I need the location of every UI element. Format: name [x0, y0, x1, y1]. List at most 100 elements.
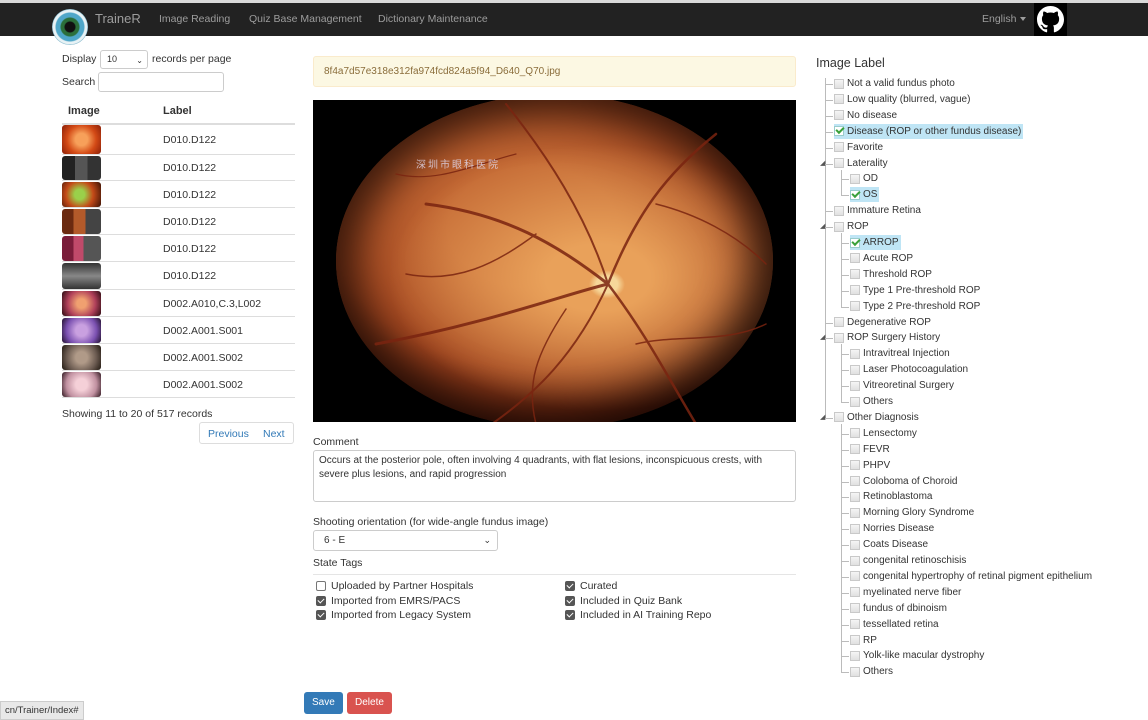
column-header-image[interactable]: Image [68, 105, 100, 117]
tree-checkbox-icon[interactable] [850, 507, 860, 518]
tree-node[interactable]: No disease [834, 108, 897, 123]
tree-checkbox-icon[interactable] [850, 380, 860, 391]
tree-checkbox-icon[interactable] [850, 539, 860, 550]
tree-checkbox-icon[interactable] [850, 396, 860, 407]
tree-node[interactable]: Vitreoretinal Surgery [850, 378, 954, 393]
tree-node[interactable]: Disease (ROP or other fundus disease) [834, 123, 1024, 139]
state-tag-checkbox[interactable]: Imported from EMRS/PACS [316, 595, 460, 607]
next-page-button[interactable]: Next [255, 422, 294, 444]
tree-node[interactable]: Threshold ROP [850, 267, 932, 282]
tree-node[interactable]: FEVR [850, 442, 890, 457]
tree-node[interactable]: Immature Retina [834, 203, 921, 218]
tree-checkbox-icon[interactable] [850, 491, 860, 502]
tree-checkbox-icon[interactable] [834, 317, 844, 327]
table-row[interactable]: D010.D122 [62, 235, 295, 262]
tree-node[interactable]: Degenerative ROP [834, 315, 931, 330]
tree-node[interactable]: ARROP [850, 235, 901, 250]
tree-node[interactable]: myelinated nerve fiber [850, 585, 961, 600]
fundus-image-viewer[interactable]: 深圳市眼科医院 [313, 100, 796, 422]
tree-checkbox-icon[interactable] [834, 78, 844, 89]
tree-checkbox-icon[interactable] [850, 444, 860, 455]
tree-node[interactable]: Favorite [834, 140, 883, 155]
table-row[interactable]: D010.D122 [62, 155, 295, 181]
tree-checkbox-icon[interactable] [834, 142, 844, 153]
tree-checkbox-icon[interactable] [850, 635, 860, 645]
tree-node[interactable]: Coloboma of Choroid [850, 474, 958, 489]
language-dropdown[interactable]: English [982, 13, 1027, 25]
checkmark-icon[interactable] [850, 237, 860, 248]
expand-toggle-icon[interactable]: ◢ [820, 413, 825, 421]
previous-page-button[interactable]: Previous [199, 422, 258, 444]
tree-node[interactable]: congenital retinoschisis [850, 553, 966, 568]
tree-node[interactable]: ROP Surgery History [834, 330, 940, 345]
search-input[interactable] [98, 72, 224, 92]
checkmark-icon[interactable] [850, 189, 860, 200]
tree-checkbox-icon[interactable] [850, 348, 860, 359]
tree-checkbox-icon[interactable] [834, 110, 844, 121]
row-thumbnail[interactable] [62, 125, 101, 154]
row-thumbnail[interactable] [62, 263, 101, 289]
tree-node[interactable]: PHPV [850, 458, 890, 473]
tree-node[interactable]: Yolk-like macular dystrophy [850, 648, 984, 663]
row-thumbnail[interactable] [62, 182, 101, 207]
table-row[interactable]: D010.D122 [62, 124, 295, 155]
table-row[interactable]: D002.A001.S002 [62, 344, 295, 371]
tree-node[interactable]: Laser Photocoagulation [850, 362, 968, 377]
tree-node[interactable]: Norries Disease [850, 521, 934, 536]
checked-box-icon[interactable] [565, 581, 575, 591]
nav-dictionary-maintenance[interactable]: Dictionary Maintenance [378, 13, 488, 25]
nav-image-reading[interactable]: Image Reading [159, 13, 230, 25]
table-row[interactable]: D010.D122 [62, 181, 295, 208]
tree-node[interactable]: Other Diagnosis [834, 410, 919, 425]
tree-checkbox-icon[interactable] [850, 571, 860, 582]
tree-checkbox-icon[interactable] [850, 285, 860, 296]
tree-checkbox-icon[interactable] [850, 428, 860, 439]
expand-toggle-icon[interactable]: ◢ [820, 159, 825, 167]
tree-checkbox-icon[interactable] [850, 301, 860, 312]
tree-node[interactable]: ROP [834, 219, 869, 234]
tree-node[interactable]: Morning Glory Syndrome [850, 505, 974, 520]
checked-box-icon[interactable] [565, 610, 575, 620]
table-row[interactable]: D002.A001.S002 [62, 371, 295, 398]
checkmark-icon[interactable] [834, 126, 844, 137]
tree-checkbox-icon[interactable] [850, 587, 860, 598]
save-button[interactable]: Save [304, 692, 343, 714]
tree-node[interactable]: Lensectomy [850, 426, 917, 441]
tree-node[interactable]: Not a valid fundus photo [834, 76, 955, 91]
page-size-select[interactable]: 10 ⌄ [100, 50, 148, 69]
tree-node[interactable]: tessellated retina [850, 617, 939, 632]
tree-checkbox-icon[interactable] [834, 332, 844, 343]
table-row[interactable]: D002.A010,C.3,L002 [62, 290, 295, 317]
state-tag-checkbox[interactable]: Curated [565, 580, 617, 592]
tree-checkbox-icon[interactable] [834, 158, 844, 168]
state-tag-checkbox[interactable]: Uploaded by Partner Hospitals [316, 580, 473, 592]
brand-name[interactable]: TraineR [95, 11, 141, 26]
tree-checkbox-icon[interactable] [850, 460, 860, 471]
tree-checkbox-icon[interactable] [850, 364, 860, 375]
tree-node[interactable]: Type 1 Pre-threshold ROP [850, 283, 980, 298]
delete-button[interactable]: Delete [347, 692, 392, 714]
tree-checkbox-icon[interactable] [850, 173, 860, 184]
tree-node[interactable]: Low quality (blurred, vague) [834, 92, 970, 107]
state-tag-checkbox[interactable]: Included in AI Training Repo [565, 609, 711, 621]
row-thumbnail[interactable] [62, 236, 101, 261]
eye-logo-icon[interactable] [52, 9, 88, 45]
table-row[interactable]: D010.D122 [62, 262, 295, 290]
tree-node[interactable]: fundus of dbinoism [850, 601, 947, 616]
tree-checkbox-icon[interactable] [834, 412, 844, 423]
tree-checkbox-icon[interactable] [834, 94, 844, 105]
expand-toggle-icon[interactable]: ◢ [820, 333, 825, 341]
row-thumbnail[interactable] [62, 291, 101, 316]
tree-checkbox-icon[interactable] [850, 253, 860, 264]
tree-node[interactable]: Others [850, 394, 893, 409]
table-row[interactable]: D010.D122 [62, 208, 295, 235]
table-row[interactable]: D002.A001.S001 [62, 317, 295, 344]
github-icon[interactable] [1034, 3, 1067, 36]
unchecked-box-icon[interactable] [316, 581, 326, 591]
tree-checkbox-icon[interactable] [834, 221, 844, 232]
tree-node[interactable]: congenital hypertrophy of retinal pigmen… [850, 569, 1092, 584]
row-thumbnail[interactable] [62, 209, 101, 234]
tree-checkbox-icon[interactable] [834, 205, 844, 216]
tree-checkbox-icon[interactable] [850, 666, 860, 677]
tree-checkbox-icon[interactable] [850, 555, 860, 566]
